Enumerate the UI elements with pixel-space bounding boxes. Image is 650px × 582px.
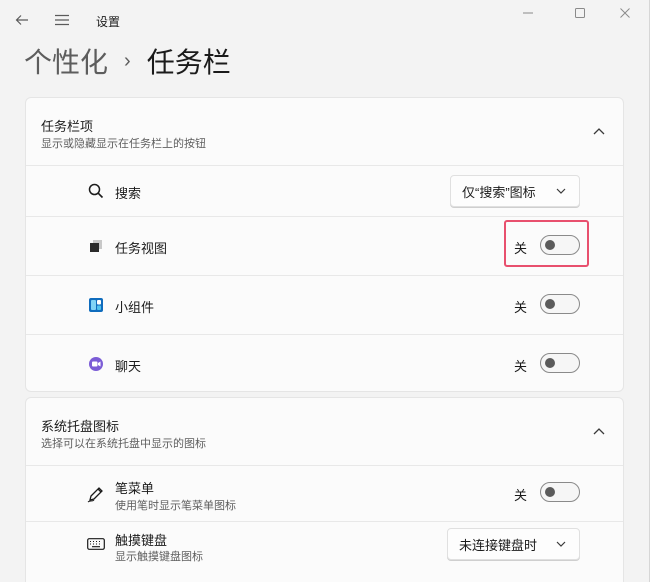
widgets-state: 关: [514, 300, 528, 315]
widgets-toggle[interactable]: [540, 294, 580, 314]
section-subtitle: 显示或隐藏显示在任务栏上的按钮: [41, 138, 206, 150]
section-title: 任务栏项: [41, 119, 94, 134]
search-mode-dropdown[interactable]: 仅“搜索”图标: [450, 175, 580, 207]
system-tray-section: 系统托盘图标 选择可以在系统托盘中显示的图标 笔菜单 使用笔时显示笔菜单图标 关…: [25, 397, 624, 582]
breadcrumb-separator: ›: [124, 49, 131, 72]
chat-row: 聊天 关: [26, 334, 623, 392]
hamburger-icon: [55, 14, 69, 26]
settings-window: 设置 个性化 › 任务栏 任务栏项 显示或隐藏显示在任务栏上的按钮 搜索 仅“搜…: [0, 0, 650, 582]
back-arrow-icon: [15, 15, 28, 25]
touch-keyboard-label: 触摸键盘: [115, 533, 168, 548]
search-icon: [86, 181, 106, 201]
pen-menu-row: 笔菜单 使用笔时显示笔菜单图标 关: [26, 465, 623, 521]
maximize-icon: [575, 8, 585, 18]
close-button[interactable]: [603, 2, 647, 24]
minimize-icon: [523, 12, 533, 14]
highlight-box: [504, 220, 589, 267]
page-title: 任务栏: [146, 47, 231, 78]
collapse-button[interactable]: [589, 121, 609, 141]
pen-menu-toggle[interactable]: [540, 482, 580, 502]
navigation-menu-button[interactable]: [48, 6, 76, 34]
section-subtitle: 选择可以在系统托盘中显示的图标: [41, 438, 206, 450]
close-icon: [620, 8, 630, 18]
chat-icon: [86, 354, 106, 374]
toggle-knob: [545, 358, 555, 368]
pen-icon: [86, 484, 106, 504]
widgets-label: 小组件: [115, 300, 155, 315]
dropdown-value: 仅“搜索”图标: [462, 184, 536, 200]
chevron-down-icon: [555, 185, 567, 197]
chat-state: 关: [514, 359, 528, 374]
breadcrumb: 个性化 › 任务栏: [24, 40, 231, 82]
dropdown-value: 未连接键盘时: [459, 537, 538, 553]
chevron-up-icon: [593, 128, 605, 135]
widgets-icon: [86, 295, 106, 315]
breadcrumb-parent[interactable]: 个性化: [24, 41, 108, 81]
chevron-down-icon: [555, 538, 567, 550]
minimize-button[interactable]: [506, 2, 550, 24]
app-title: 设置: [96, 15, 121, 29]
taskbar-items-header[interactable]: 任务栏项 显示或隐藏显示在任务栏上的按钮: [26, 98, 623, 165]
toggle-knob: [545, 487, 555, 497]
task-view-icon: [86, 236, 106, 256]
title-bar: 设置: [0, 0, 650, 40]
touch-keyboard-row: 触摸键盘 显示触摸键盘图标 未连接键盘时: [26, 521, 623, 577]
widgets-row: 小组件 关: [26, 275, 623, 334]
chevron-up-icon: [593, 428, 605, 435]
search-row: 搜索 仅“搜索”图标: [26, 165, 623, 216]
touch-keyboard-dropdown[interactable]: 未连接键盘时: [447, 528, 580, 560]
pen-menu-label: 笔菜单: [115, 481, 155, 496]
keyboard-icon: [86, 534, 106, 554]
back-button[interactable]: [8, 6, 36, 34]
collapse-button[interactable]: [589, 421, 609, 441]
section-title: 系统托盘图标: [41, 419, 120, 434]
chat-label: 聊天: [115, 359, 142, 374]
task-view-label: 任务视图: [115, 241, 168, 256]
search-label: 搜索: [115, 186, 142, 201]
pen-menu-description: 使用笔时显示笔菜单图标: [115, 500, 236, 512]
touch-keyboard-description: 显示触摸键盘图标: [115, 551, 203, 563]
toggle-knob: [545, 299, 555, 309]
system-tray-header[interactable]: 系统托盘图标 选择可以在系统托盘中显示的图标: [26, 398, 623, 465]
pen-menu-state: 关: [514, 488, 528, 503]
chat-toggle[interactable]: [540, 353, 580, 373]
maximize-button[interactable]: [558, 2, 602, 24]
